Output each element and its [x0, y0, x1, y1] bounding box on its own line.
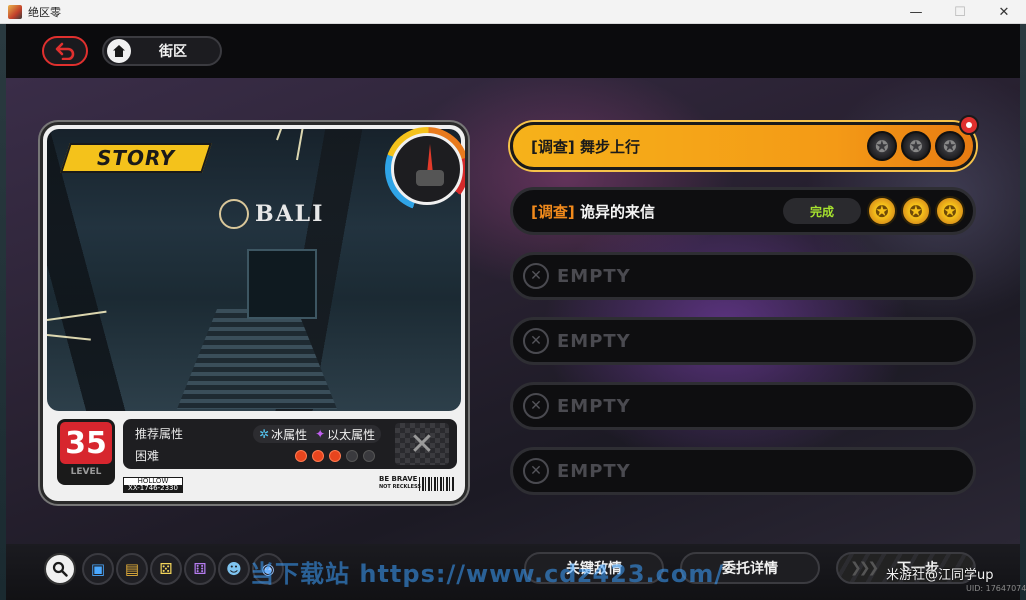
mission-title: [调查] 舞步上行 — [531, 137, 640, 156]
light-ray — [276, 129, 299, 141]
location-pin-icon — [959, 115, 979, 135]
level-badge: 35 LEVEL — [57, 419, 115, 485]
barcode — [419, 477, 455, 491]
light-ray — [47, 310, 107, 321]
level-number: 35 — [60, 422, 112, 464]
reward-coin-icon: ✪ — [901, 131, 931, 161]
mission-slot-empty: ✕ EMPTY — [510, 382, 976, 430]
difficulty-dot — [329, 450, 341, 462]
bali-sign: BALI — [255, 201, 325, 227]
reward-coin-icon: ✪ — [935, 131, 965, 161]
mission-slot-empty: ✕ EMPTY — [510, 317, 976, 365]
breadcrumb-label: 街区 — [159, 44, 187, 60]
empty-x-icon: ✕ — [523, 263, 549, 289]
light-ray — [47, 334, 91, 341]
site-watermark: 当下载站 https://www.cdz423.com/ — [250, 560, 725, 588]
door-decor — [247, 249, 317, 319]
house-icon — [107, 39, 131, 63]
game-viewport: 街区 BALI STORY 35 LEVEL 推荐属性 ✲ 冰属性 ✦ 以太属性… — [6, 24, 1020, 600]
brave-slogan: BE BRAVE NOT RECKLESS — [379, 475, 421, 490]
screen: 绝区零 — ☐ ✕ 街区 BALI STORY 35 LEVEL 推荐属性 ✲ … — [0, 0, 1026, 600]
difficulty-dot — [363, 450, 375, 462]
inventory-item-4[interactable]: ⚅ — [184, 553, 216, 585]
attribute-pill: ✲ 冰属性 ✦ 以太属性 — [253, 425, 382, 443]
back-button[interactable] — [42, 36, 88, 66]
maximize-button[interactable]: ☐ — [938, 0, 982, 24]
stairs-decor — [177, 309, 337, 409]
difficulty-dot — [312, 450, 324, 462]
hollow-tag: HOLLOW XX-1746-2330 — [123, 477, 183, 493]
mission-title: [调查] 诡异的来信 — [531, 202, 655, 221]
reward-coin-icon: ✪ — [867, 196, 897, 226]
difficulty-dot — [295, 450, 307, 462]
story-card[interactable]: BALI STORY 35 LEVEL 推荐属性 ✲ 冰属性 ✦ 以太属性 困难… — [40, 122, 468, 504]
empty-x-icon: ✕ — [523, 458, 549, 484]
empty-x-icon: ✕ — [523, 328, 549, 354]
story-logo: STORY — [60, 143, 212, 173]
light-ray — [296, 129, 307, 161]
enemy-preview[interactable]: ✕ — [395, 423, 449, 465]
attribute-ether: ✦ 以太属性 — [315, 427, 376, 442]
ice-icon: ✲ — [259, 427, 270, 441]
undo-arrow-icon — [55, 42, 75, 60]
close-button[interactable]: ✕ — [982, 0, 1026, 24]
recommend-box: 推荐属性 ✲ 冰属性 ✦ 以太属性 困难 ✕ — [123, 419, 457, 469]
attribute-ice: ✲ 冰属性 — [259, 427, 308, 442]
desktop-edge-right — [1020, 24, 1026, 600]
inventory-item-5[interactable]: ☻ — [218, 553, 250, 585]
purple-dice-icon: ⚅ — [193, 560, 207, 578]
empty-label: EMPTY — [557, 330, 631, 352]
source-credit: 米游社@江同学up — [886, 568, 994, 583]
inventory-item-3[interactable]: ⚄ — [150, 553, 182, 585]
inventory-item-1[interactable]: ▣ — [82, 553, 114, 585]
complete-badge: 完成 — [783, 198, 861, 224]
mission-item-2[interactable]: [调查] 诡异的来信 完成 ✪ ✪ ✪ — [510, 187, 976, 235]
uid-label: UID: 17647074 — [966, 584, 1026, 593]
breadcrumb[interactable]: 街区 — [102, 36, 222, 66]
reward-coins: ✪ ✪ ✪ — [867, 131, 965, 161]
empty-label: EMPTY — [557, 460, 631, 482]
bangboo-icon: ☻ — [226, 560, 242, 578]
magnifier-icon — [52, 561, 68, 577]
window-title: 绝区零 — [28, 5, 61, 19]
difficulty-dot — [346, 450, 358, 462]
level-label: LEVEL — [70, 467, 102, 477]
empty-label: EMPTY — [557, 265, 631, 287]
empty-x-icon: ✕ — [523, 393, 549, 419]
mission-item-1[interactable]: [调查] 舞步上行 ✪ ✪ ✪ — [510, 115, 979, 170]
reward-coins: ✪ ✪ ✪ — [867, 196, 965, 226]
blue-card-icon: ▣ — [90, 560, 106, 578]
notebook-icon: ▤ — [124, 560, 140, 578]
ether-icon: ✦ — [315, 427, 326, 441]
gauge-hub — [416, 170, 444, 186]
dice-icon: ⚄ — [159, 560, 173, 578]
mission-slot-empty: ✕ EMPTY — [510, 252, 976, 300]
reward-coin-icon: ✪ — [935, 196, 965, 226]
card-info-panel: 35 LEVEL 推荐属性 ✲ 冰属性 ✦ 以太属性 困难 ✕ HOLLOW X… — [47, 411, 461, 501]
minimize-button[interactable]: — — [894, 0, 938, 24]
inventory-item-2[interactable]: ▤ — [116, 553, 148, 585]
reward-coin-icon: ✪ — [867, 131, 897, 161]
chevrons-icon: ❯❯❯ — [850, 560, 879, 576]
danger-gauge — [385, 127, 465, 211]
recommended-attributes-label: 推荐属性 — [135, 427, 184, 441]
window-title-bar: 绝区零 — ☐ ✕ — [0, 0, 1026, 24]
reward-coin-icon: ✪ — [901, 196, 931, 226]
mission-slot-empty: ✕ EMPTY — [510, 447, 976, 495]
window-controls: — ☐ ✕ — [894, 0, 1026, 24]
difficulty-label: 困难 — [135, 449, 160, 463]
empty-label: EMPTY — [557, 395, 631, 417]
unknown-enemy-icon: ✕ — [409, 426, 435, 462]
difficulty-meter — [295, 450, 375, 462]
app-icon — [8, 4, 22, 19]
search-button[interactable] — [44, 553, 76, 585]
